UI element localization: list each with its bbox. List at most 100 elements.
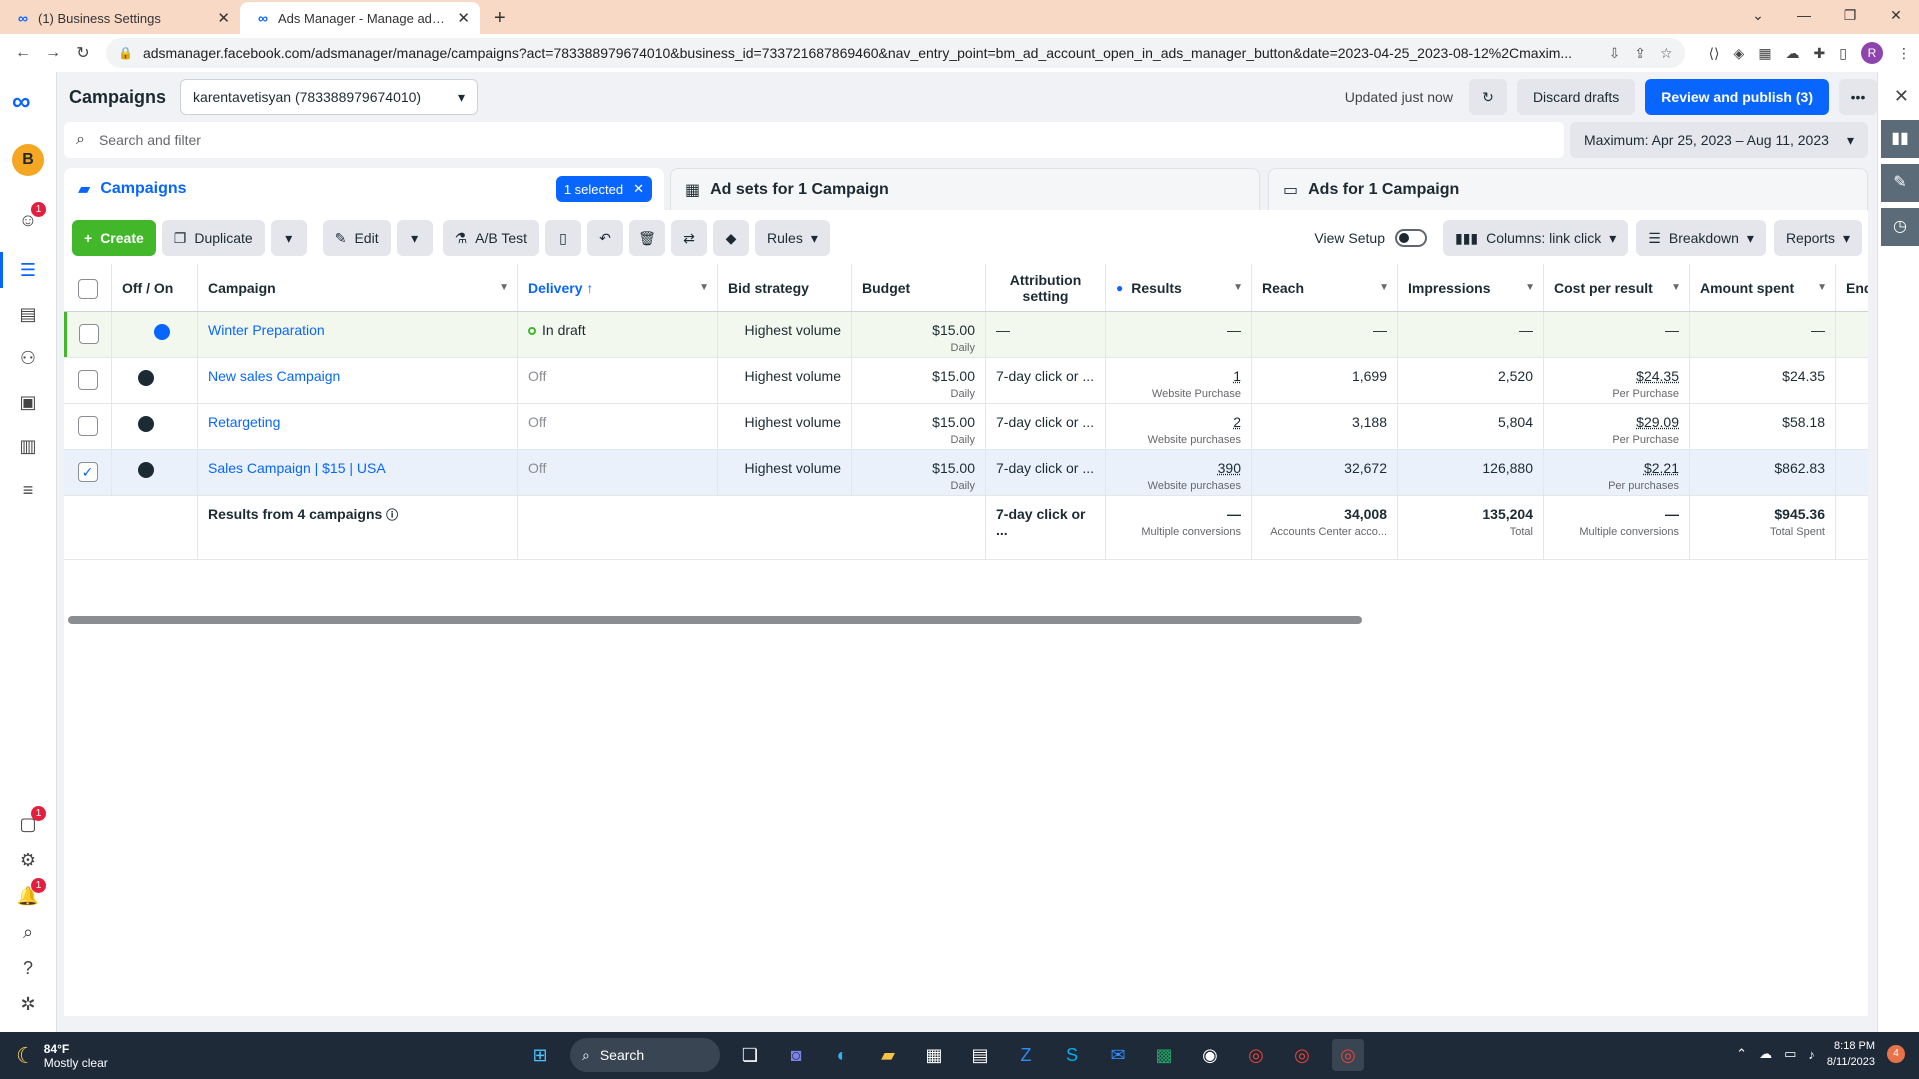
- col-delivery[interactable]: Delivery ↑ ▼: [518, 264, 718, 311]
- col-ends[interactable]: End: [1836, 264, 1868, 311]
- billing-icon[interactable]: ▥: [14, 432, 42, 460]
- tab-campaigns[interactable]: ▰ Campaigns 1 selected ✕: [64, 168, 664, 210]
- zoom-icon[interactable]: Z: [1010, 1039, 1042, 1071]
- col-cost-per-result[interactable]: Cost per result ▼: [1544, 264, 1690, 311]
- results-cell[interactable]: 1 Website Purchase: [1106, 358, 1252, 403]
- side-panel-icon[interactable]: ▯: [1839, 45, 1847, 62]
- browser-menu-icon[interactable]: ⋮: [1897, 45, 1911, 62]
- spreadsheet-icon[interactable]: ▩: [1148, 1039, 1180, 1071]
- selected-pill[interactable]: 1 selected ✕: [555, 176, 652, 202]
- tag-button[interactable]: ◆: [713, 220, 750, 256]
- cpr-cell[interactable]: $2.21 Per purchases: [1544, 450, 1690, 495]
- mail-icon[interactable]: ✉: [1102, 1039, 1134, 1071]
- edge-icon[interactable]: ◐: [826, 1039, 858, 1071]
- browser-tab-ads-manager[interactable]: ∞ Ads Manager - Manage ads - Ca ✕: [240, 2, 480, 34]
- chrome-active-icon[interactable]: ◎: [1332, 1039, 1364, 1071]
- onedrive-cloud-icon[interactable]: ☁: [1759, 1046, 1772, 1062]
- col-offon[interactable]: Off / On: [112, 264, 198, 311]
- reload-icon[interactable]: ↻: [68, 43, 98, 63]
- share-icon[interactable]: ⇪: [1634, 45, 1646, 62]
- select-all-checkbox[interactable]: [77, 278, 98, 299]
- clipboard-button[interactable]: ▯: [545, 220, 582, 256]
- col-budget[interactable]: Budget: [852, 264, 986, 311]
- table-row[interactable]: ✓ Sales Campaign | $15 | USA Off Highest…: [64, 450, 1868, 496]
- preview-button[interactable]: ⇄: [671, 220, 708, 256]
- chevron-up-icon[interactable]: ⌃: [1736, 1046, 1747, 1062]
- horizontal-scrollbar[interactable]: [68, 616, 1362, 624]
- info-icon[interactable]: ⓘ: [386, 508, 398, 522]
- refresh-button[interactable]: ↻: [1468, 79, 1507, 115]
- forward-icon[interactable]: →: [38, 44, 68, 62]
- col-bid-strategy[interactable]: Bid strategy: [718, 264, 852, 311]
- budget-cell[interactable]: $15.00 Daily: [852, 358, 986, 403]
- audiences-icon[interactable]: ⚇: [14, 344, 42, 372]
- close-tab-icon[interactable]: ✕: [457, 9, 470, 27]
- pencil-edit-icon[interactable]: ✎: [1881, 164, 1919, 202]
- ads-library-icon[interactable]: ▣: [14, 388, 42, 416]
- windows-start-icon[interactable]: ⊞: [524, 1039, 556, 1071]
- extension-grid-icon[interactable]: ▦: [1758, 45, 1771, 62]
- close-panel-icon[interactable]: ✕: [1894, 86, 1909, 107]
- edit-dropdown[interactable]: ▾: [396, 220, 433, 256]
- campaign-name-link[interactable]: New sales Campaign: [198, 358, 518, 403]
- business-avatar[interactable]: B: [12, 144, 44, 176]
- row-checkbox[interactable]: [77, 416, 98, 436]
- chrome-icon[interactable]: ◎: [1240, 1039, 1272, 1071]
- store-icon[interactable]: ▦: [918, 1039, 950, 1071]
- extension-tag-icon[interactable]: ◈: [1734, 45, 1745, 62]
- date-range-picker[interactable]: Maximum: Apr 25, 2023 – Aug 11, 2023 ▾: [1570, 122, 1868, 158]
- lock-icon[interactable]: 🔒: [118, 46, 133, 60]
- tab-search-icon[interactable]: ⌄: [1735, 0, 1781, 30]
- cpr-cell[interactable]: $24.35 Per Purchase: [1544, 358, 1690, 403]
- bug-report-icon[interactable]: ✲: [14, 990, 42, 1018]
- chrome-profile-icon[interactable]: ◎: [1286, 1039, 1318, 1071]
- campaigns-table-icon[interactable]: ☰: [14, 256, 42, 284]
- col-amount-spent[interactable]: Amount spent ▼: [1690, 264, 1836, 311]
- extensions-puzzle-icon[interactable]: ✚: [1814, 45, 1826, 62]
- results-cell[interactable]: 390 Website purchases: [1106, 450, 1252, 495]
- campaign-name-link[interactable]: Winter Preparation: [198, 312, 518, 357]
- profile-avatar[interactable]: R: [1861, 42, 1883, 64]
- volume-icon[interactable]: ♪: [1808, 1047, 1815, 1062]
- charts-icon[interactable]: ▮▮: [1881, 120, 1919, 158]
- file-explorer-icon[interactable]: ▰: [872, 1039, 904, 1071]
- create-button[interactable]: + Create: [72, 220, 156, 256]
- undo-button[interactable]: ↶: [587, 220, 624, 256]
- clock[interactable]: 8:18 PM 8/11/2023: [1827, 1038, 1875, 1070]
- results-cell[interactable]: 2 Website purchases: [1106, 404, 1252, 449]
- duplicate-dropdown[interactable]: ▾: [270, 220, 307, 256]
- delete-button[interactable]: 🗑: [629, 220, 666, 256]
- columns-button[interactable]: ▮▮▮ Columns: link click ▾: [1443, 220, 1629, 256]
- app-icon[interactable]: ◉: [1194, 1039, 1226, 1071]
- history-clock-icon[interactable]: ◷: [1881, 208, 1919, 246]
- search-filter-input[interactable]: ⌕ Search and filter: [64, 122, 1564, 158]
- table-row[interactable]: Winter Preparation In draft Highest volu…: [64, 312, 1868, 358]
- reports-button[interactable]: Reports ▾: [1773, 220, 1862, 256]
- task-view-icon[interactable]: ❏: [734, 1039, 766, 1071]
- row-checkbox-checked[interactable]: ✓: [77, 462, 98, 482]
- weather-widget[interactable]: ☾ 84°F Mostly clear: [16, 1042, 108, 1070]
- close-tab-icon[interactable]: ✕: [217, 9, 230, 27]
- reports-icon[interactable]: ▤: [14, 300, 42, 328]
- search-icon[interactable]: ⌕: [14, 918, 42, 946]
- campaign-name-link[interactable]: Retargeting: [198, 404, 518, 449]
- network-icon[interactable]: ▭: [1784, 1046, 1796, 1062]
- help-icon[interactable]: ?: [14, 954, 42, 982]
- discard-drafts-button[interactable]: Discard drafts: [1516, 79, 1636, 115]
- view-setup-toggle[interactable]: [1395, 229, 1427, 247]
- col-attribution[interactable]: Attribution setting: [986, 264, 1106, 311]
- table-row[interactable]: New sales Campaign Off Highest volume $1…: [64, 358, 1868, 404]
- new-tab-icon[interactable]: +: [480, 2, 520, 34]
- breakdown-button[interactable]: ☰ Breakdown ▾: [1636, 220, 1766, 256]
- settings-gear-icon[interactable]: ⚙: [14, 846, 42, 874]
- budget-cell[interactable]: $15.00 Daily: [852, 312, 986, 357]
- account-selector[interactable]: karentavetisyan (783388979674010) ▾: [180, 79, 479, 115]
- table-row[interactable]: Retargeting Off Highest volume $15.00 Dai…: [64, 404, 1868, 450]
- col-reach[interactable]: Reach ▼: [1252, 264, 1398, 311]
- alerts-icon[interactable]: ☺ 1: [14, 202, 46, 234]
- teams-icon[interactable]: ◙: [780, 1039, 812, 1071]
- col-results[interactable]: ● Results ▼: [1106, 264, 1252, 311]
- install-icon[interactable]: ⇩: [1609, 45, 1621, 62]
- edit-button[interactable]: ✎ Edit: [322, 220, 391, 256]
- browser-tab-business-settings[interactable]: ∞ (1) Business Settings ✕: [0, 2, 240, 34]
